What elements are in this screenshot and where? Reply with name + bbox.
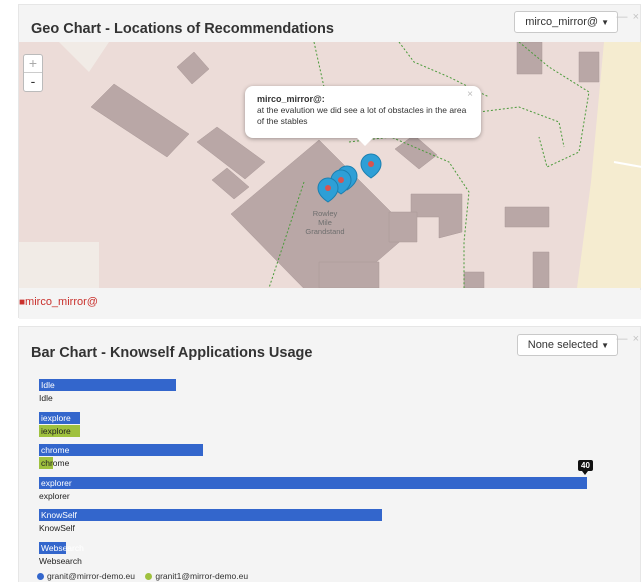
geo-footer: ■mirco_mirror@ bbox=[19, 290, 641, 319]
chevron-down-icon: ▼ bbox=[601, 18, 609, 27]
popup-title: mirco_mirror@: bbox=[257, 94, 325, 104]
chevron-down-icon: ▼ bbox=[601, 341, 609, 350]
legend-label: granit1@mirror-demo.eu bbox=[155, 571, 249, 581]
bar-idle-series1[interactable]: Idle bbox=[39, 379, 176, 391]
geo-chart-panel: Geo Chart - Locations of Recommendations… bbox=[18, 4, 641, 319]
panel-window-controls[interactable]: — × bbox=[617, 333, 640, 345]
legend-item[interactable]: granit@mirror-demo.eu bbox=[37, 571, 135, 581]
map-label-line: Grandstand bbox=[305, 227, 345, 236]
bar-chrome-series2[interactable]: chrome bbox=[39, 457, 69, 469]
zoom-control: + - bbox=[23, 54, 43, 92]
series-select-dropdown[interactable]: None selected ▼ bbox=[516, 334, 618, 356]
bar-chart-title: Bar Chart - Knowself Applications Usage bbox=[31, 345, 313, 361]
legend-swatch bbox=[37, 573, 44, 580]
legend-item[interactable]: granit1@mirror-demo.eu bbox=[145, 571, 248, 581]
legend-label: granit@mirror-demo.eu bbox=[47, 571, 135, 581]
bar-chrome-series1[interactable]: chrome bbox=[39, 444, 204, 456]
bar-category-label: Idle bbox=[39, 393, 53, 403]
bar-iexplore-series2[interactable]: iexplore bbox=[39, 424, 81, 437]
map-canvas bbox=[19, 42, 641, 288]
zoom-out-button[interactable]: - bbox=[24, 73, 42, 91]
map-popup: × mirco_mirror@: at the evalution we did… bbox=[245, 86, 481, 146]
map-view[interactable]: + - Rowley Mile Grandstand × mirco_mirro… bbox=[19, 42, 641, 288]
map-place-label: Rowley Mile Grandstand bbox=[295, 209, 355, 236]
map-label-line: Rowley bbox=[312, 209, 338, 218]
footer-user-link[interactable]: mirco_mirror@ bbox=[25, 296, 98, 308]
bar-websearch-series1[interactable]: Websearch bbox=[39, 541, 84, 554]
popup-tip bbox=[357, 138, 373, 146]
chart-legend: granit@mirror-demo.eu granit1@mirror-dem… bbox=[37, 571, 256, 581]
bar-chart-panel: Bar Chart - Knowself Applications Usage … bbox=[18, 326, 641, 582]
zoom-in-button[interactable]: + bbox=[24, 55, 42, 73]
user-select-dropdown[interactable]: mirco_mirror@ ▼ bbox=[514, 11, 618, 33]
bar-value-label: 40 bbox=[578, 459, 593, 475]
map-label-line: Mile bbox=[318, 218, 332, 227]
bar-category-label: KnowSelf bbox=[39, 523, 75, 533]
geo-chart-title: Geo Chart - Locations of Recommendations bbox=[31, 21, 334, 37]
popup-text: at the evalution we did see a lot of obs… bbox=[257, 105, 467, 126]
bar-iexplore-series1[interactable]: iexplore bbox=[39, 411, 81, 424]
user-select-label: mirco_mirror@ bbox=[525, 16, 599, 28]
bar-knowself-series1[interactable]: KnowSelf bbox=[39, 509, 382, 521]
legend-swatch bbox=[145, 573, 153, 580]
popup-close-button[interactable]: × bbox=[467, 89, 473, 100]
bar-category-label: Websearch bbox=[39, 555, 82, 566]
bar-explorer-series1[interactable]: explorer bbox=[39, 476, 587, 489]
panel-window-controls[interactable]: — × bbox=[617, 11, 640, 23]
bar-category-label: explorer bbox=[39, 490, 70, 501]
series-select-label: None selected bbox=[527, 339, 599, 351]
